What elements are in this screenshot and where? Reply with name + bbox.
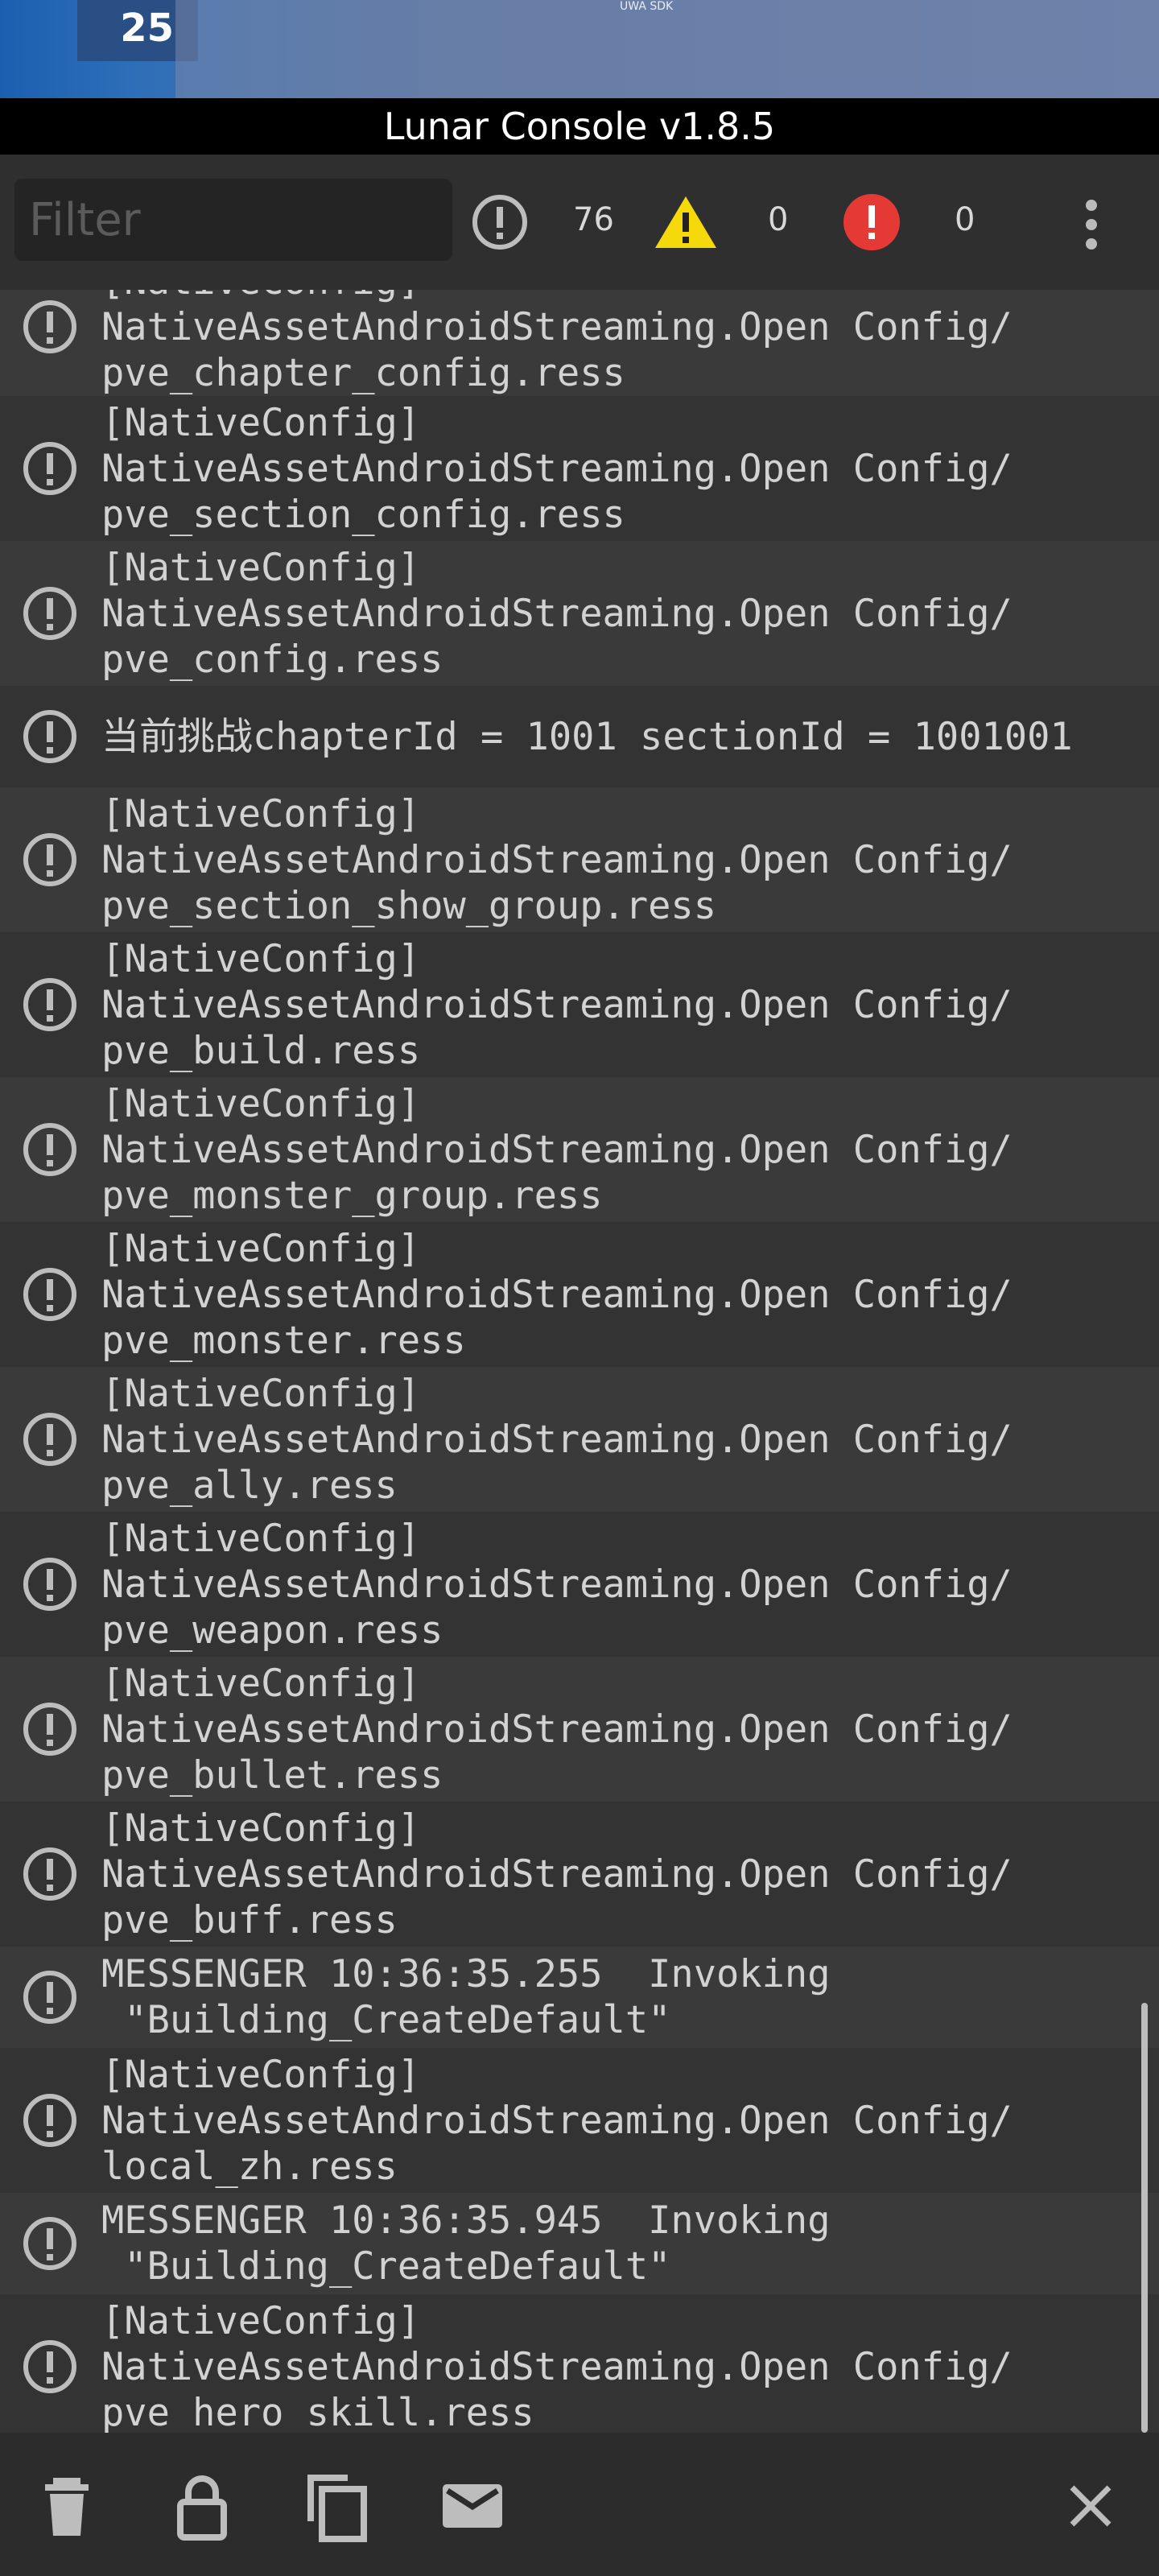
log-info-icon (23, 2217, 76, 2270)
overflow-menu-icon[interactable] (1075, 196, 1107, 250)
log-entry[interactable]: [NativeConfig] NativeAssetAndroidStreami… (0, 1657, 1159, 1802)
lock-icon (177, 2475, 227, 2541)
console-toolbar: 76 0 0 (0, 155, 1159, 290)
log-entry-text: [NativeConfig] NativeAssetAndroidStreami… (101, 791, 1013, 928)
log-entry-text: MESSENGER 10:36:35.255 Invoking "Buildin… (101, 1952, 831, 2042)
log-entry-text: [NativeConfig] NativeAssetAndroidStreami… (101, 1226, 1013, 1363)
log-entry-text: MESSENGER 10:36:35.945 Invoking "Buildin… (101, 2198, 831, 2289)
log-info-icon (23, 710, 76, 763)
warning-count: 0 (768, 201, 789, 238)
warning-icon (655, 196, 716, 248)
log-entry-text: [NativeConfig] NativeAssetAndroidStreami… (101, 400, 1013, 537)
log-info-icon (23, 2094, 76, 2147)
log-info-icon (23, 978, 76, 1031)
copy-button[interactable] (301, 2470, 373, 2542)
log-entry[interactable]: [NativeConfig] NativeAssetAndroidStreami… (0, 1077, 1159, 1222)
warning-filter-toggle[interactable] (654, 155, 718, 290)
log-info-icon (23, 2340, 76, 2393)
filter-input[interactable] (14, 179, 452, 261)
log-info-icon (23, 442, 76, 495)
log-info-icon (23, 1268, 76, 1321)
log-info-icon (23, 1123, 76, 1176)
console-title: Lunar Console v1.8.5 (0, 98, 1159, 155)
close-icon (1070, 2485, 1112, 2527)
trash-icon (45, 2478, 89, 2536)
copy-icon (307, 2475, 367, 2542)
log-entry[interactable]: [NativeConfig] NativeAssetAndroidStreami… (0, 932, 1159, 1077)
log-info-icon (23, 1558, 76, 1611)
sdk-panel (175, 0, 1159, 98)
log-entry[interactable]: [NativeConfig] NativeAssetAndroidStreami… (0, 396, 1159, 541)
log-entry[interactable]: MESSENGER 10:36:35.255 Invoking "Buildin… (0, 1946, 1159, 2048)
log-entry[interactable]: [NativeConfig] NativeAssetAndroidStreami… (0, 2048, 1159, 2193)
log-info-icon (23, 1413, 76, 1466)
log-info-icon (23, 1703, 76, 1756)
log-entry[interactable]: [NativeConfig] NativeAssetAndroidStreami… (0, 1222, 1159, 1367)
log-entry[interactable]: [NativeConfig] NativeAssetAndroidStreami… (0, 1802, 1159, 1946)
log-info-icon (23, 833, 76, 886)
sdk-label: UWA SDK (620, 0, 674, 13)
error-filter-toggle[interactable] (842, 155, 901, 290)
log-entry-text: [NativeConfig] NativeAssetAndroidStreami… (101, 936, 1013, 1073)
log-entry-text: [NativeConfig] NativeAssetAndroidStreami… (101, 1661, 1013, 1798)
clear-button[interactable] (31, 2470, 103, 2542)
console-bottom-bar (0, 2433, 1159, 2576)
log-entry[interactable]: [NativeConfig] NativeAssetAndroidStreami… (0, 2294, 1159, 2433)
log-entry[interactable]: [NativeConfig] NativeAssetAndroidStreami… (0, 787, 1159, 932)
log-entry[interactable]: [NativeConfig] NativeAssetAndroidStreami… (0, 1512, 1159, 1657)
error-icon (843, 194, 900, 250)
info-icon (472, 195, 527, 250)
log-list[interactable]: [NativeConfig] NativeAssetAndroidStreami… (0, 290, 1159, 2433)
email-icon (443, 2484, 502, 2528)
log-entry-text: [NativeConfig] NativeAssetAndroidStreami… (101, 290, 1013, 395)
log-entry-text: [NativeConfig] NativeAssetAndroidStreami… (101, 1516, 1013, 1653)
log-entry-text: [NativeConfig] NativeAssetAndroidStreami… (101, 2052, 1013, 2189)
log-filter-toggle[interactable] (470, 155, 530, 290)
log-entry-text: [NativeConfig] NativeAssetAndroidStreami… (101, 1371, 1013, 1508)
log-info-icon (23, 1847, 76, 1901)
log-entry-text: [NativeConfig] NativeAssetAndroidStreami… (101, 1081, 1013, 1218)
log-entry[interactable]: MESSENGER 10:36:35.945 Invoking "Buildin… (0, 2193, 1159, 2294)
log-entry[interactable]: [NativeConfig] NativeAssetAndroidStreami… (0, 290, 1159, 396)
log-entry-text: [NativeConfig] NativeAssetAndroidStreami… (101, 1806, 1013, 1942)
log-count: 76 (573, 201, 614, 238)
log-info-icon (23, 587, 76, 640)
email-button[interactable] (436, 2470, 509, 2542)
close-button[interactable] (1054, 2470, 1127, 2542)
error-count: 0 (955, 201, 975, 238)
log-entry[interactable]: [NativeConfig] NativeAssetAndroidStreami… (0, 1367, 1159, 1512)
log-info-icon (23, 300, 76, 353)
lock-scroll-button[interactable] (166, 2470, 238, 2542)
game-top-strip: 25 UWA SDK (0, 0, 1159, 98)
log-entry-text: [NativeConfig] NativeAssetAndroidStreami… (101, 2298, 1013, 2434)
log-entry-text: [NativeConfig] NativeAssetAndroidStreami… (101, 545, 1013, 682)
scrollbar[interactable] (1141, 2003, 1148, 2433)
log-entry[interactable]: 当前挑战chapterId = 1001 sectionId = 1001001 (0, 686, 1159, 787)
log-entry-text: 当前挑战chapterId = 1001 sectionId = 1001001 (101, 714, 1073, 759)
log-info-icon (23, 1971, 76, 2024)
log-entry[interactable]: [NativeConfig] NativeAssetAndroidStreami… (0, 541, 1159, 686)
